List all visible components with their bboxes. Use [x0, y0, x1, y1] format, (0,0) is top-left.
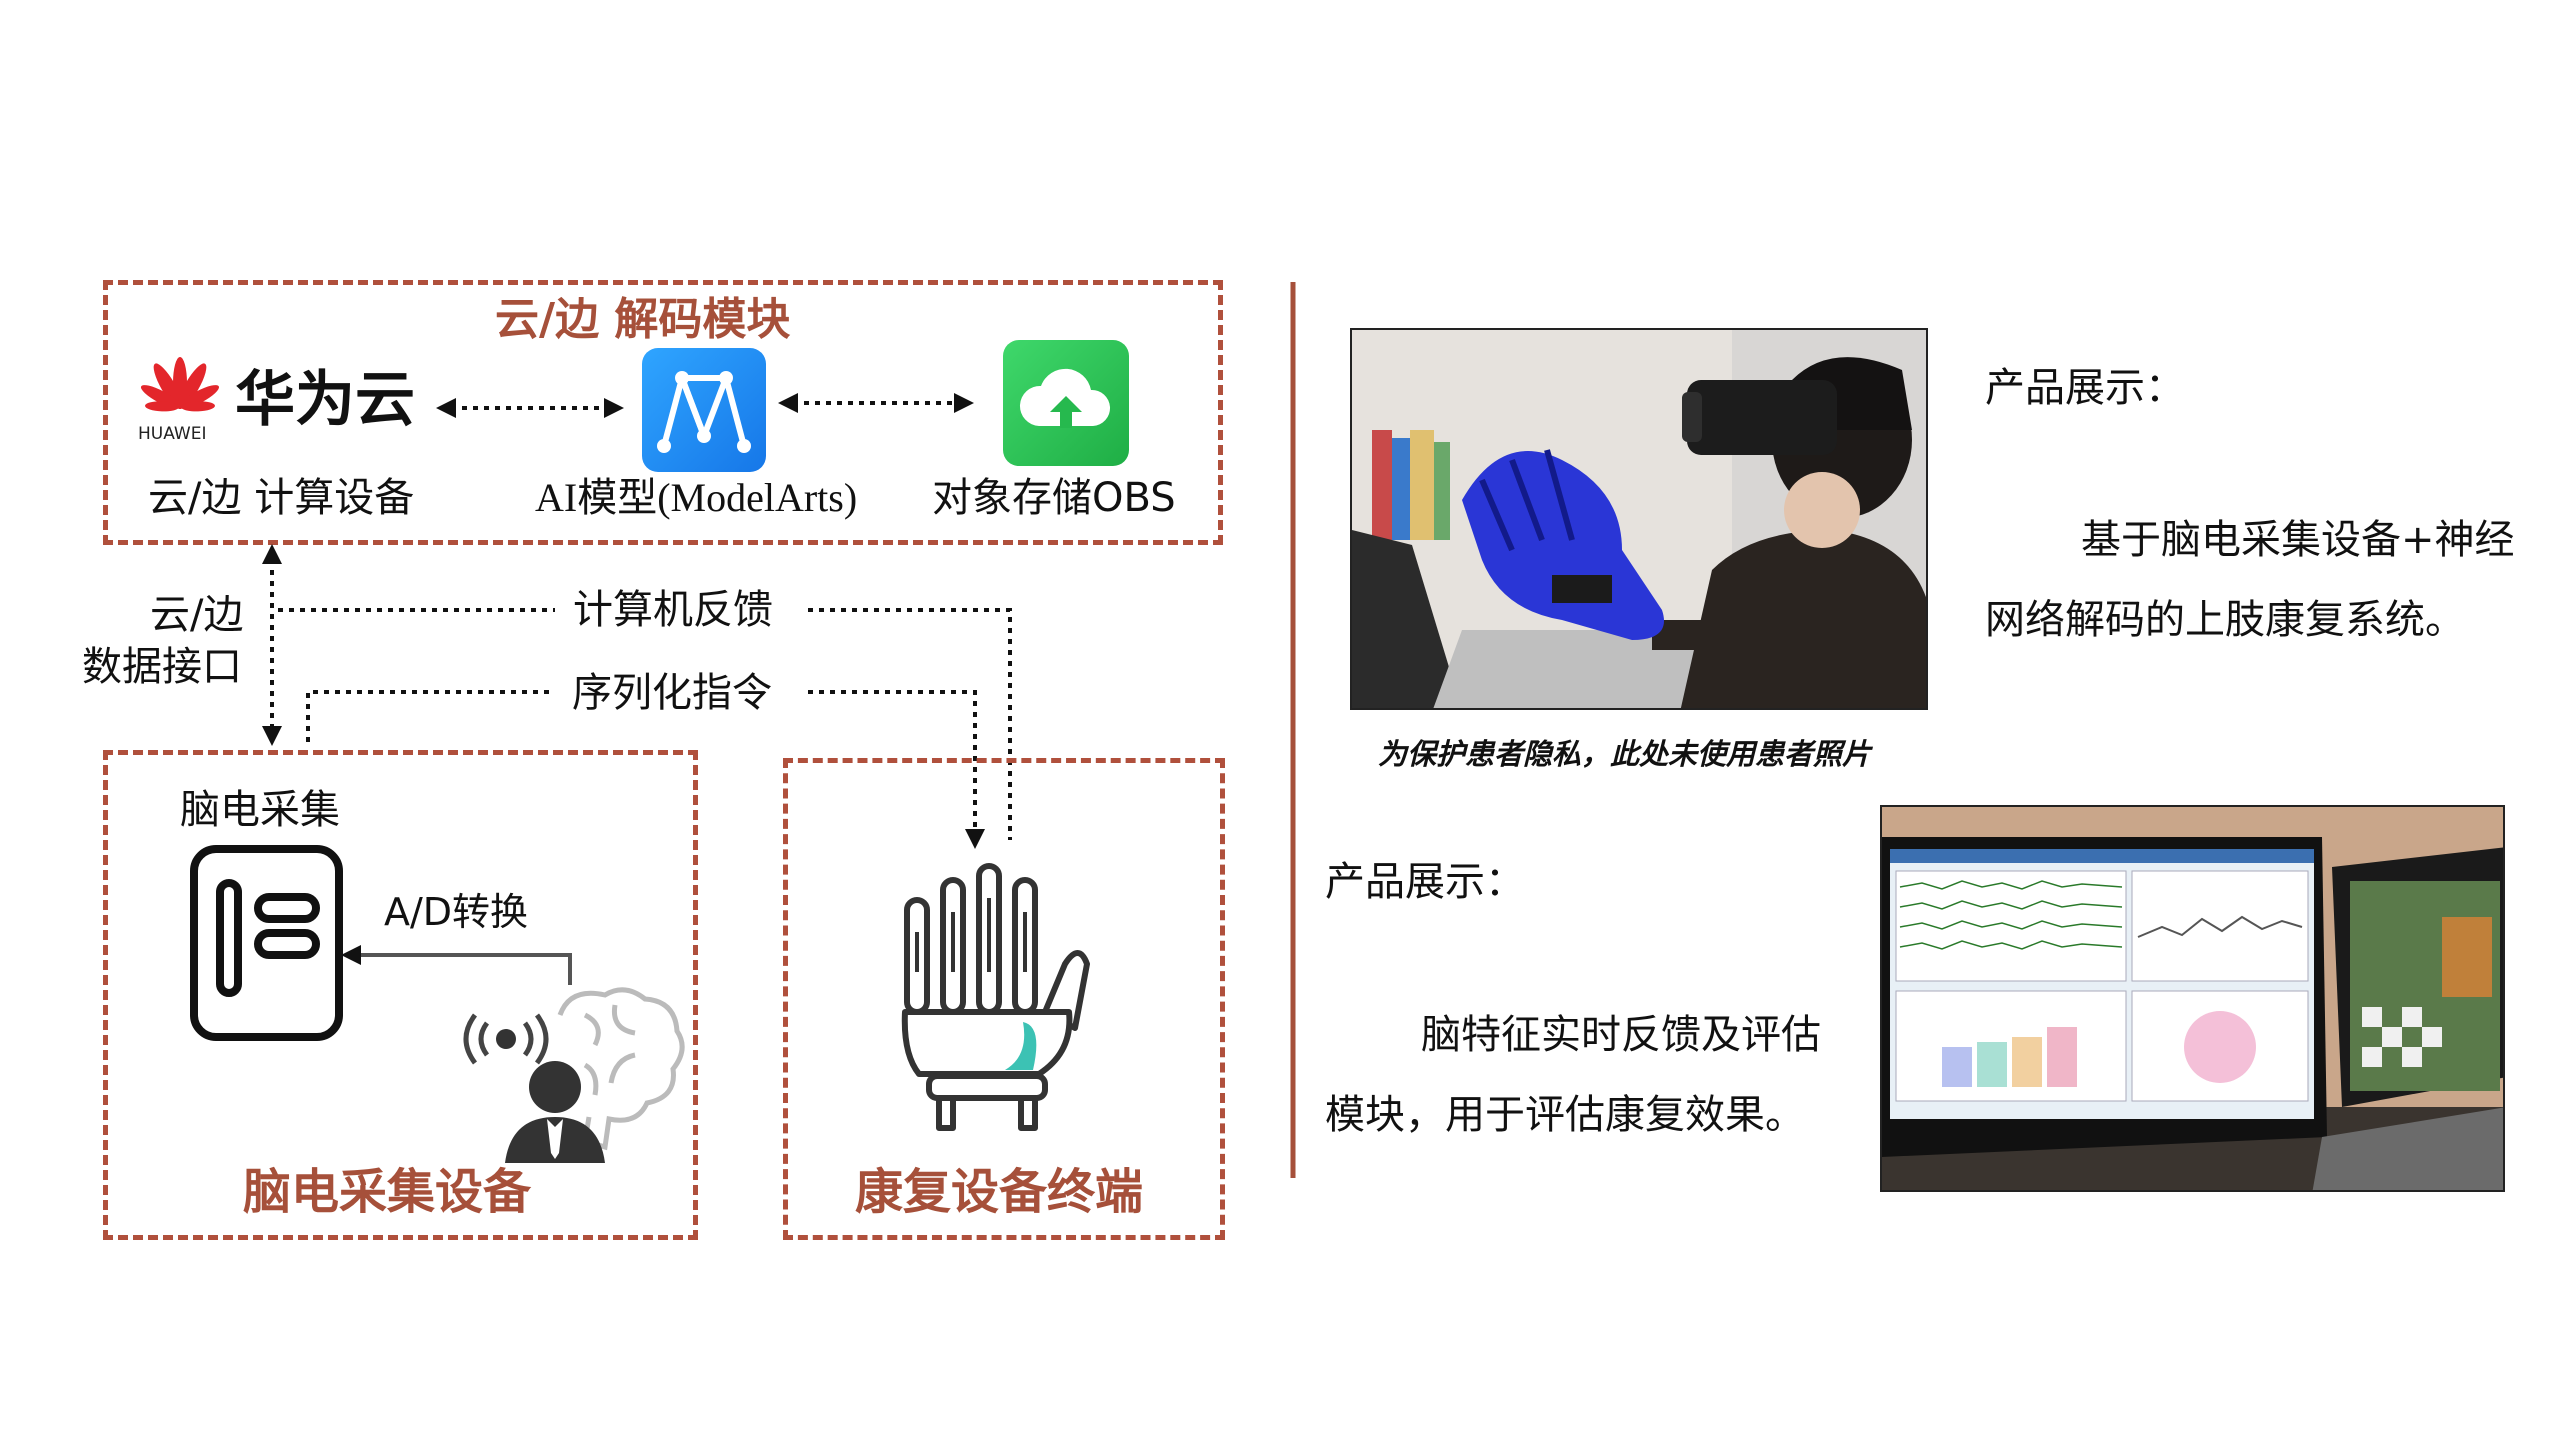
data-interface-label-line1: 云/边: [150, 592, 244, 638]
ad-convert-label: A/D转换: [384, 890, 529, 934]
showcase-2-description: 脑特征实时反馈及评估模块，用于评估康复效果。: [1325, 1012, 1821, 1138]
showcase-2-heading: 产品展示：: [1325, 859, 1525, 905]
ai-model-label: AI模型(ModelArts): [535, 475, 858, 520]
data-interface-label-line2: 数据接口: [82, 644, 242, 690]
evaluation-laptops-photo: [1880, 805, 2505, 1192]
robotic-hand-icon: [895, 862, 1095, 1134]
feedback-label: 计算机反馈: [573, 587, 773, 633]
person-brain-icon: [463, 985, 685, 1165]
eeg-device-icon: [190, 845, 345, 1045]
compute-label: 云/边 计算设备: [148, 475, 415, 521]
showcase-1-heading: 产品展示：: [1985, 365, 2185, 411]
eeg-top-label: 脑电采集: [180, 787, 340, 833]
showcase-1-description: 基于脑电采集设备+神经网络解码的上肢康复系统。: [1985, 517, 2515, 643]
eeg-module-title: 脑电采集设备: [243, 1164, 532, 1220]
privacy-caption: 为保护患者隐私，此处未使用患者照片: [1378, 737, 1872, 771]
vr-glove-photo: [1350, 328, 1928, 710]
serial-command-label: 序列化指令: [572, 670, 772, 716]
rehab-module-title: 康复设备终端: [855, 1164, 1144, 1220]
obs-label: 对象存储OBS: [932, 475, 1176, 521]
